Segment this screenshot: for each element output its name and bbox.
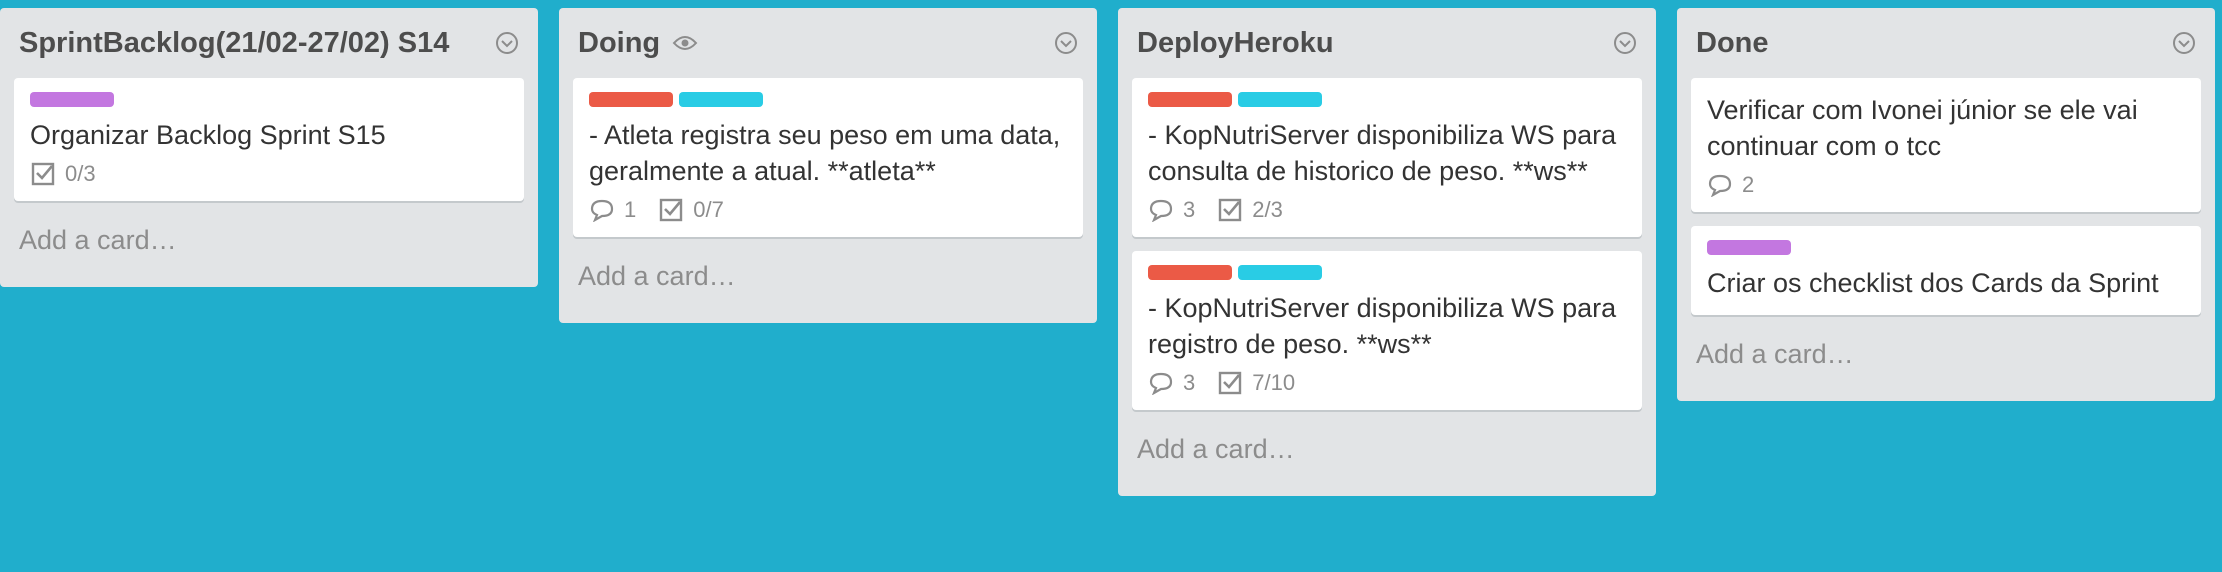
checklist-count: 2/3 (1252, 197, 1283, 222)
checklist-icon (1217, 370, 1243, 396)
card-labels (589, 92, 1067, 107)
label-purple (30, 92, 114, 107)
comments-count: 3 (1183, 197, 1196, 222)
card[interactable]: Criar os checklist dos Cards da Sprint (1691, 226, 2201, 315)
checklist-count: 0/3 (65, 161, 96, 186)
card[interactable]: - Atleta registra seu peso em uma data, … (573, 78, 1083, 237)
list-menu-chevron-icon[interactable] (494, 30, 520, 56)
list-menu-chevron-icon[interactable] (1612, 30, 1638, 56)
add-card-link[interactable]: Add a card… (1132, 424, 1642, 474)
list-doing: Doing - Atleta registra seu peso em uma … (559, 8, 1097, 323)
checklist-count: 7/10 (1252, 370, 1296, 395)
comments-badge: 3 (1148, 370, 1195, 396)
add-card-link[interactable]: Add a card… (14, 215, 524, 265)
list-menu-chevron-icon[interactable] (2171, 30, 2197, 56)
list-deploy-heroku: DeployHeroku - KopNutriServer disponibil… (1118, 8, 1656, 496)
comments-count: 3 (1183, 370, 1196, 395)
label-red (589, 92, 673, 107)
list-title: DeployHeroku (1137, 26, 1334, 59)
card-labels (1148, 265, 1626, 280)
list-title: Done (1696, 26, 1769, 59)
add-card-link[interactable]: Add a card… (1691, 329, 2201, 379)
card-title: - KopNutriServer disponibiliza WS para r… (1148, 293, 1624, 359)
list-sprint-backlog: SprintBacklog(21/02-27/02) S14 Organizar… (0, 8, 538, 287)
checklist-count: 0/7 (693, 197, 724, 222)
card-badges: 3 7/10 (1148, 370, 1626, 396)
card-title: - KopNutriServer disponibiliza WS para c… (1148, 120, 1624, 186)
list-title: SprintBacklog(21/02-27/02) S14 (19, 26, 450, 59)
card-title: - Atleta registra seu peso em uma data, … (589, 120, 1068, 186)
card-badges: 1 0/7 (589, 197, 1067, 223)
checklist-icon (658, 197, 684, 223)
checklist-badge: 0/7 (658, 197, 724, 223)
comment-icon (589, 198, 615, 222)
card-title: Verificar com Ivonei júnior se ele vai c… (1707, 95, 2146, 161)
add-card-link[interactable]: Add a card… (573, 251, 1083, 301)
checklist-badge: 2/3 (1217, 197, 1283, 223)
card-labels (1707, 240, 2185, 255)
card-title: Criar os checklist dos Cards da Sprint (1707, 268, 2159, 298)
comments-badge: 3 (1148, 197, 1195, 223)
card[interactable]: - KopNutriServer disponibiliza WS para c… (1132, 78, 1642, 237)
eye-icon (672, 34, 698, 52)
list-header[interactable]: Done (1691, 8, 2201, 78)
list-menu-chevron-icon[interactable] (1053, 30, 1079, 56)
list-header[interactable]: DeployHeroku (1132, 8, 1642, 78)
list-done: Done Verificar com Ivonei júnior se ele … (1677, 8, 2215, 401)
checklist-icon (1217, 197, 1243, 223)
card-labels (30, 92, 508, 107)
list-header[interactable]: SprintBacklog(21/02-27/02) S14 (14, 8, 524, 78)
comment-icon (1148, 198, 1174, 222)
card[interactable]: Verificar com Ivonei júnior se ele vai c… (1691, 78, 2201, 212)
label-sky (1238, 92, 1322, 107)
checklist-icon (30, 161, 56, 187)
card-badges: 0/3 (30, 161, 508, 187)
list-header[interactable]: Doing (573, 8, 1083, 78)
label-sky (679, 92, 763, 107)
comment-icon (1148, 371, 1174, 395)
label-red (1148, 92, 1232, 107)
card[interactable]: Organizar Backlog Sprint S15 0/3 (14, 78, 524, 201)
comments-badge: 2 (1707, 172, 1754, 198)
comments-count: 2 (1742, 172, 1755, 197)
comment-icon (1707, 173, 1733, 197)
label-red (1148, 265, 1232, 280)
label-purple (1707, 240, 1791, 255)
checklist-badge: 7/10 (1217, 370, 1295, 396)
card[interactable]: - KopNutriServer disponibiliza WS para r… (1132, 251, 1642, 410)
card-labels (1148, 92, 1626, 107)
comments-badge: 1 (589, 197, 636, 223)
list-title: Doing (578, 26, 661, 59)
card-badges: 3 2/3 (1148, 197, 1626, 223)
label-sky (1238, 265, 1322, 280)
comments-count: 1 (624, 197, 637, 222)
card-badges: 2 (1707, 172, 2185, 198)
card-title: Organizar Backlog Sprint S15 (30, 120, 386, 150)
checklist-badge: 0/3 (30, 161, 96, 187)
